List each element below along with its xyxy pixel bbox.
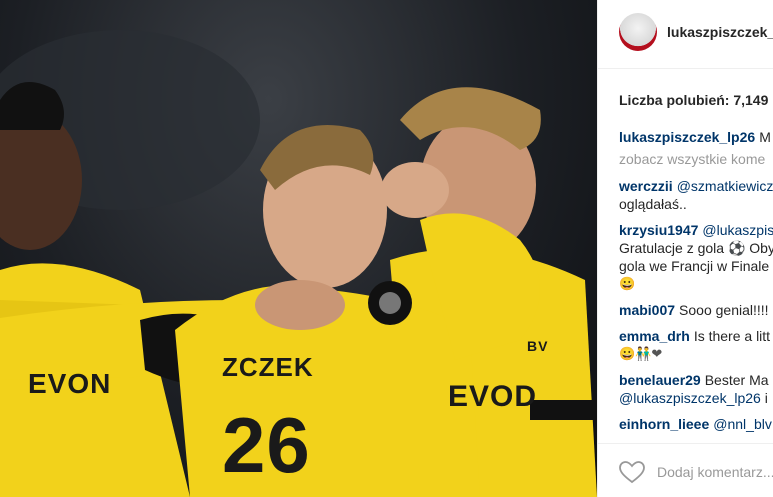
comment-text: Bester Ma <box>704 372 769 388</box>
likes-count[interactable]: Liczba polubień: 7,149 <box>619 92 768 108</box>
post-sidebar: lukaszpiszczek_ Liczba polubień: 7,149 l… <box>597 0 773 497</box>
comment-username[interactable]: krzysiu1947 <box>619 222 698 238</box>
caption-username[interactable]: lukaszpiszczek_lp26 <box>619 129 755 145</box>
comment-username[interactable]: einhorn_lieee <box>619 416 709 432</box>
likes-label: Liczba polubień: <box>619 92 730 108</box>
comment-text: Sooo genial!!!! <box>679 302 769 318</box>
jersey-sponsor-left: EVON <box>28 368 112 399</box>
comment-text: oglądałaś.. <box>619 196 687 212</box>
comment-item: benelauer29 Bester Ma @lukaszpiszczek_lp2… <box>619 371 773 407</box>
post-header: lukaszpiszczek_ <box>598 0 773 69</box>
comment-username[interactable]: mabi007 <box>619 302 675 318</box>
comment-text: Is there a litt <box>693 328 771 344</box>
comment-username[interactable]: werczzii <box>619 178 673 194</box>
post-photo[interactable]: EVON EVOD ZCZEK 26 BV <box>0 0 597 497</box>
header-username[interactable]: lukaszpiszczek_ <box>667 24 773 40</box>
add-comment-input[interactable]: Dodaj komentarz... <box>657 464 773 480</box>
comment-text: i <box>764 390 768 406</box>
comment-item: krzysiu1947 @lukaszpis Gratulacje z gola … <box>619 221 773 293</box>
view-all-comments-link[interactable]: zobacz wszystkie kome <box>619 150 773 168</box>
club-badge: BV <box>527 338 549 354</box>
likes-number: 7,149 <box>733 92 769 108</box>
caption-text: M <box>759 129 771 145</box>
caption: lukaszpiszczek_lp26 M <box>619 128 773 146</box>
comment-mention[interactable]: @nnl_blv <box>713 416 772 432</box>
comment-emoji: 😀 <box>619 276 636 291</box>
comment-footer: Dodaj komentarz... <box>598 443 773 497</box>
comment-username[interactable]: benelauer29 <box>619 372 701 388</box>
comment-mention[interactable]: @szmatkiewicz <box>677 178 773 194</box>
heart-icon[interactable] <box>618 460 646 484</box>
comment-item: emma_drh Is there a litt 😀👬❤ <box>619 327 773 363</box>
comment-emoji: 😀👬❤ <box>619 346 663 361</box>
jersey-sponsor-right: EVOD <box>448 380 538 413</box>
comment-username[interactable]: emma_drh <box>619 328 690 344</box>
jersey-name: ZCZEK <box>222 352 314 382</box>
jersey-number: 26 <box>222 401 311 489</box>
comment-mention[interactable]: @lukaszpiszczek_lp26 <box>619 390 761 406</box>
avatar[interactable] <box>619 13 657 51</box>
comment-text: gola we Francji w Finale <box>619 258 770 274</box>
comment-item: mabi007 Sooo genial!!!! <box>619 301 773 319</box>
comments-list: lukaszpiszczek_lp26 M zobacz wszystkie ko… <box>619 128 773 441</box>
comment-item: einhorn_lieee @nnl_blv <box>619 415 773 433</box>
comment-mention[interactable]: @lukaszpis <box>702 222 773 238</box>
comment-item: werczzii @szmatkiewicz oglądałaś.. <box>619 177 773 213</box>
comment-text: Gratulacje z gola ⚽ Oby <box>619 240 773 256</box>
